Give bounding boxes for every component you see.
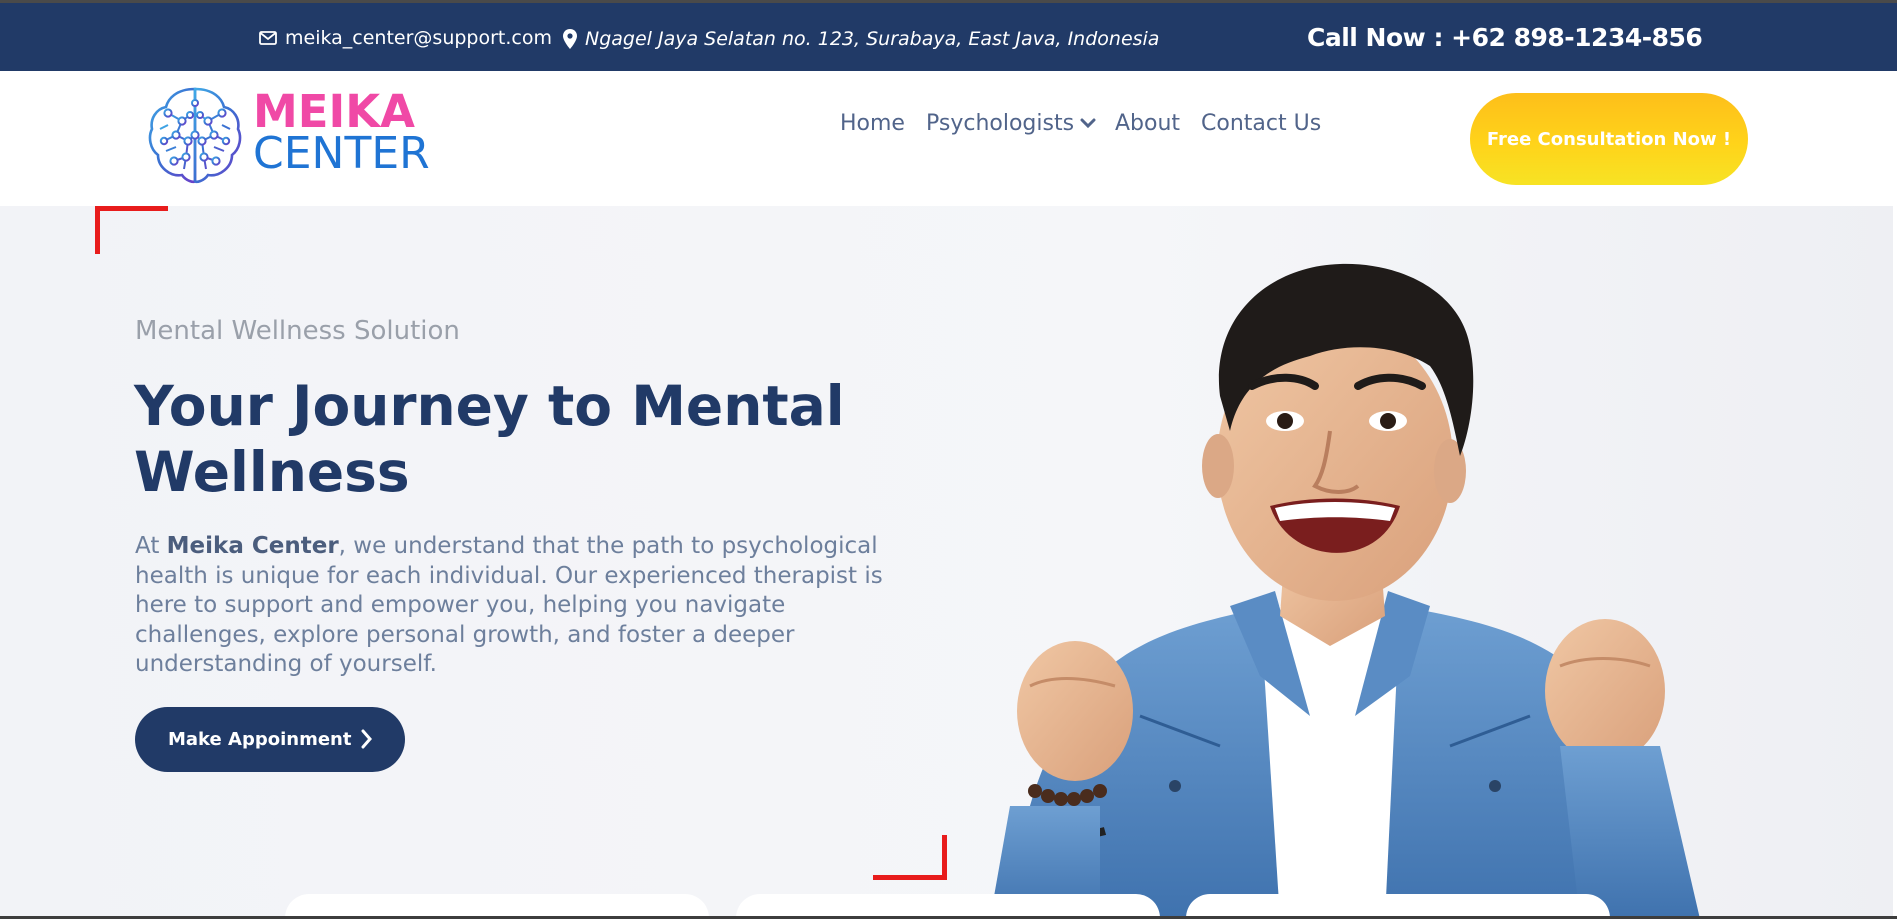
- top-contact-bar: meika_center@support.com Ngagel Jaya Sel…: [0, 0, 1897, 71]
- nav-psychologists[interactable]: Psychologists: [926, 111, 1096, 136]
- scrollbar-gutter: [1893, 71, 1897, 916]
- contact-email[interactable]: meika_center@support.com: [259, 27, 552, 49]
- site-logo[interactable]: MEIKA CENTER: [253, 85, 430, 179]
- logo-line-2: CENTER: [253, 128, 430, 179]
- free-consultation-button[interactable]: Free Consultation Now !: [1470, 93, 1748, 185]
- contact-address: Ngagel Jaya Selatan no. 123, Surabaya, E…: [563, 28, 1159, 50]
- chevron-right-icon: [361, 729, 372, 749]
- chevron-down-icon: [1080, 118, 1096, 128]
- make-appointment-label: Make Appoinment: [168, 729, 352, 750]
- brain-icon[interactable]: [146, 85, 244, 189]
- corner-accent-bottom-right: [873, 835, 947, 880]
- hero-headline: Your Journey to Mental Wellness: [134, 374, 845, 504]
- desc-brand: Meika Center: [166, 533, 339, 559]
- hero-section: Mental Wellness Solution Your Journey to…: [0, 206, 1897, 919]
- envelope-icon: [259, 31, 277, 45]
- nav-about[interactable]: About: [1115, 111, 1180, 136]
- desc-prefix: At: [135, 533, 167, 559]
- hero-person-image: [990, 263, 1700, 919]
- site-header: MEIKA CENTER Home Psychologists About Co…: [0, 71, 1897, 206]
- logo-line-1: MEIKA: [253, 85, 415, 138]
- make-appointment-button[interactable]: Make Appoinment: [135, 707, 405, 772]
- hero-tagline: Mental Wellness Solution: [135, 316, 460, 346]
- hero-description: At Meika Center, we understand that the …: [135, 532, 915, 680]
- map-pin-icon: [563, 29, 577, 49]
- contact-address-text: Ngagel Jaya Selatan no. 123, Surabaya, E…: [585, 28, 1160, 50]
- contact-email-text: meika_center@support.com: [285, 27, 552, 49]
- nav-psychologists-label: Psychologists: [926, 110, 1075, 136]
- nav-home[interactable]: Home: [840, 111, 905, 136]
- corner-accent-top-left: [95, 206, 168, 254]
- nav-contact-us[interactable]: Contact Us: [1201, 111, 1321, 136]
- call-now[interactable]: Call Now : +62 898-1234-856: [1307, 23, 1703, 52]
